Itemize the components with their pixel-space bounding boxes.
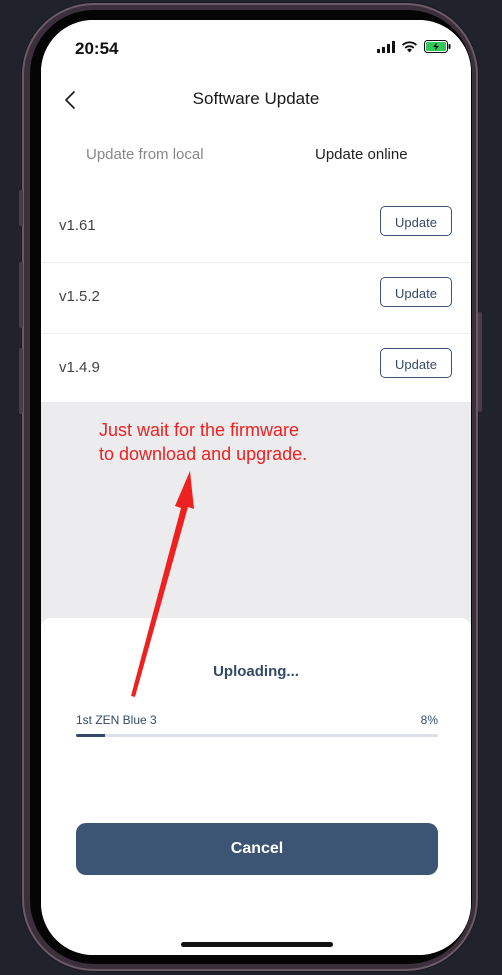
upload-sheet: Uploading... 1st ZEN Blue 3 8% Cancel <box>41 618 471 955</box>
progress-fill <box>76 734 105 737</box>
home-indicator <box>181 942 333 947</box>
version-label: v1.61 <box>59 217 96 234</box>
status-icons <box>377 40 451 53</box>
progress-percent: 8% <box>420 713 438 727</box>
update-button-v1-4-9[interactable]: Update <box>380 348 452 378</box>
signal-icon <box>377 40 395 53</box>
screen: 20:54 Software Update Update from local … <box>41 20 471 955</box>
battery-icon <box>424 40 451 53</box>
annotation-text: Just wait for the firmware to download a… <box>99 418 399 466</box>
update-button-v1-61[interactable]: Update <box>380 206 452 236</box>
tab-update-from-local[interactable]: Update from local <box>86 146 204 163</box>
volume-up-button <box>19 262 23 328</box>
version-row: v1.4.9 Update <box>41 334 471 404</box>
mute-switch <box>19 190 23 226</box>
version-label: v1.4.9 <box>59 359 100 376</box>
progress-bar <box>76 734 438 737</box>
device-name: 1st ZEN Blue 3 <box>76 713 157 727</box>
version-label: v1.5.2 <box>59 288 100 305</box>
version-row: v1.5.2 Update <box>41 263 471 334</box>
tab-update-online[interactable]: Update online <box>315 146 408 163</box>
power-button <box>478 312 482 412</box>
uploading-status: Uploading... <box>213 663 299 680</box>
page-title: Software Update <box>192 89 320 108</box>
annotation-line-1: Just wait for the firmware <box>99 420 300 440</box>
version-list: v1.61 Update v1.5.2 Update v1.4.9 Update <box>41 192 471 404</box>
status-bar: 20:54 <box>41 20 471 78</box>
wifi-icon <box>402 41 417 53</box>
tab-bar: Update from local Update online <box>41 122 471 192</box>
nav-bar: Software Update <box>41 78 471 122</box>
update-button-v1-5-2[interactable]: Update <box>380 277 452 307</box>
annotation-line-2: to download and upgrade. <box>99 444 308 464</box>
volume-down-button <box>19 348 23 414</box>
status-time: 20:54 <box>75 39 119 58</box>
cancel-button[interactable]: Cancel <box>76 823 438 875</box>
version-row: v1.61 Update <box>41 192 471 263</box>
